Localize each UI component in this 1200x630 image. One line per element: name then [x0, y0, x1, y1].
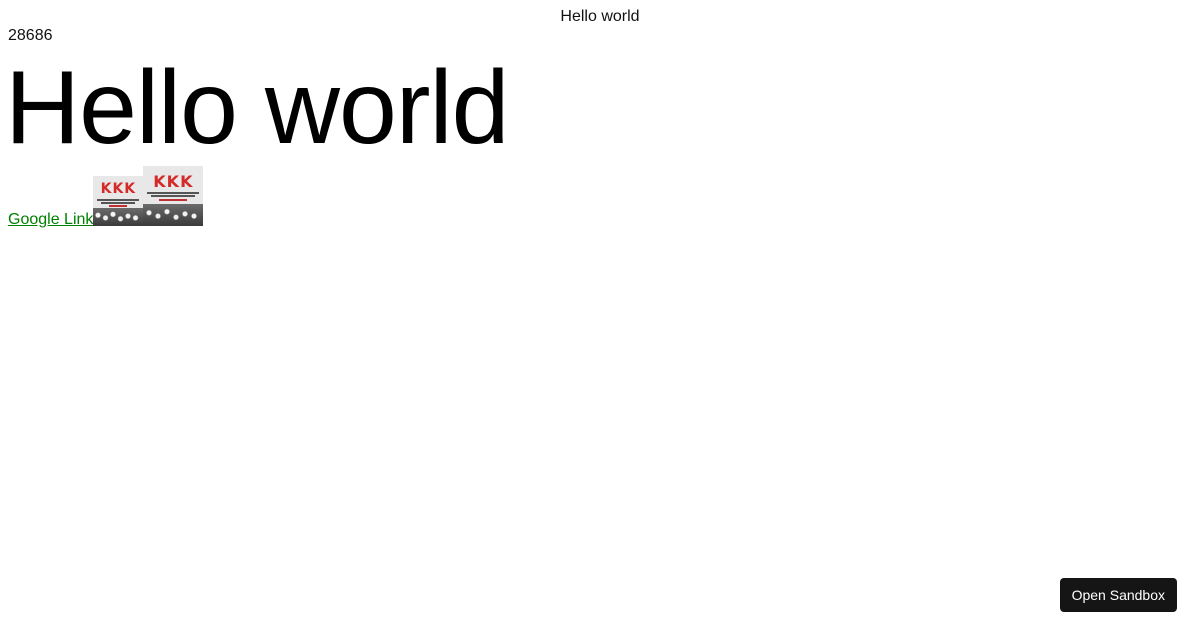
counter-value: 28686 — [8, 27, 53, 44]
cover-photo — [143, 204, 204, 226]
book-cover-image: KKK — [93, 176, 144, 226]
book-cover-image: KKK — [143, 166, 204, 226]
cover-author-line — [109, 205, 128, 207]
cover-title: KKK — [153, 172, 194, 191]
cover-subtitle-line — [101, 202, 136, 204]
open-sandbox-button[interactable]: Open Sandbox — [1059, 578, 1177, 612]
google-link[interactable]: Google Link — [8, 211, 93, 229]
cover-subtitle-line — [151, 195, 196, 197]
link-row: Google Link KKK KKK — [8, 166, 204, 229]
page-heading: Hello world — [5, 50, 509, 166]
top-title: Hello world — [560, 8, 640, 25]
cover-subtitle-line — [147, 192, 200, 194]
cover-subtitle-line — [97, 199, 140, 201]
cover-author-line — [159, 199, 188, 201]
cover-title: KKK — [100, 181, 137, 197]
cover-photo — [93, 208, 144, 226]
page: Hello world 28686 Hello world Google Lin… — [0, 0, 1200, 630]
